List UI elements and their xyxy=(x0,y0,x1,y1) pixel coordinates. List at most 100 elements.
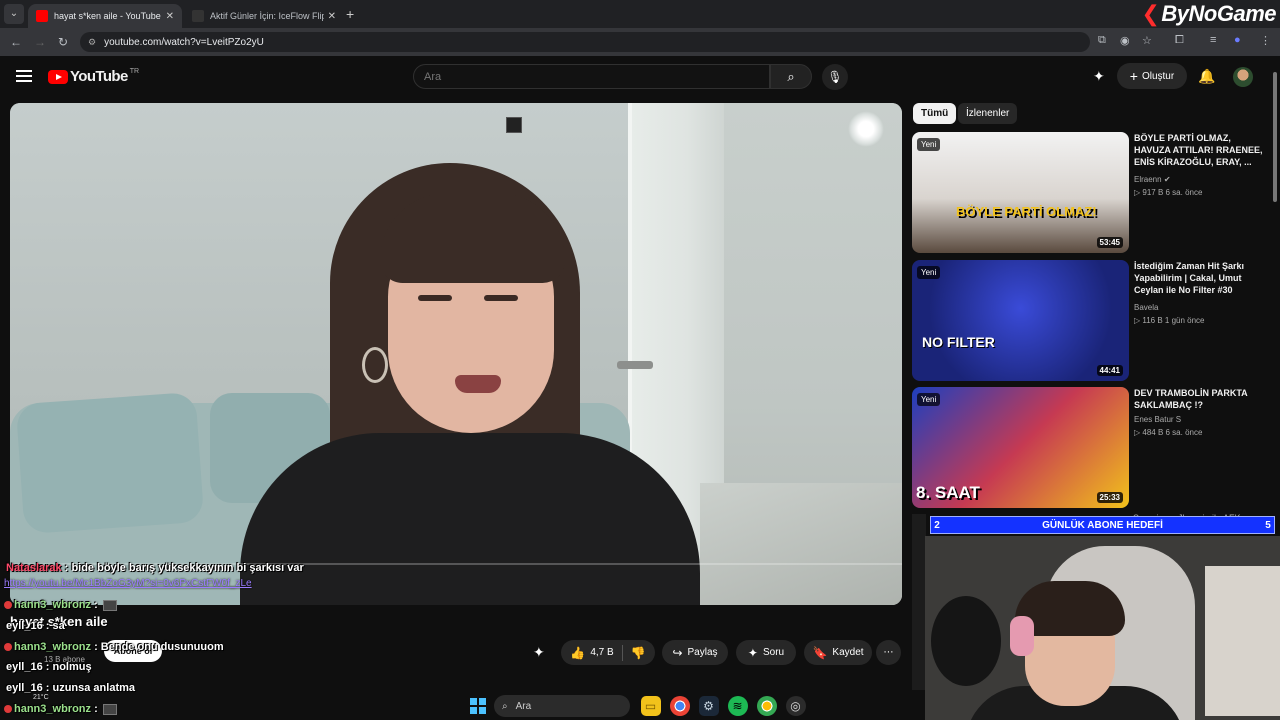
recommendation-item[interactable]: 8. SAAT Yeni 25:33 DEV TRAMBOLİN PARKTA … xyxy=(912,387,1262,509)
webcam-fan xyxy=(931,596,1001,686)
chat-username: hann3_wbronz xyxy=(14,703,92,715)
chip-watched[interactable]: İzlenenler xyxy=(958,103,1018,124)
profile-icon[interactable]: ● xyxy=(1234,34,1241,46)
recommendation-thumbnail[interactable]: BÖYLE PARTİ OLMAZ! Yeni 53:45 xyxy=(912,132,1129,253)
subscriber-goal-bar: 2 GÜNLÜK ABONE HEDEFİ 5 xyxy=(930,516,1275,534)
spotify-icon[interactable]: ≋ xyxy=(727,696,748,716)
chat-message: Nataslarak : bide böyle barış yüksekkayı… xyxy=(6,562,304,574)
ask-button[interactable]: ✦ Soru xyxy=(736,640,796,665)
windows-taskbar: ⌕ Ara ▭ ⚙ ≋ ◎ xyxy=(460,692,820,720)
taskbar-search[interactable]: ⌕ Ara xyxy=(494,695,630,717)
create-button[interactable]: + Oluştur xyxy=(1117,63,1187,89)
share-button[interactable]: ↪ Paylaş xyxy=(662,640,728,665)
notifications-bell-icon[interactable]: 🔔 xyxy=(1198,68,1215,85)
site-info-icon[interactable]: ⚙ xyxy=(88,37,96,48)
video-player[interactable] xyxy=(10,103,902,605)
steam-icon[interactable]: ⚙ xyxy=(698,696,719,716)
ask-sparkle-icon[interactable]: ✦ xyxy=(533,644,545,661)
dislike-icon[interactable]: 👎 xyxy=(631,646,646,660)
youtube-header: YouTube TR ⌕ 🎙 ✦ + Oluştur 🔔 xyxy=(0,56,1280,98)
recommendation-title[interactable]: BÖYLE PARTİ OLMAZ, HAVUZA ATTILAR! RRAEN… xyxy=(1134,132,1264,168)
menu-icon[interactable] xyxy=(16,70,32,82)
youtube-logo[interactable]: YouTube TR xyxy=(48,68,139,85)
recommendation-thumbnail[interactable]: NO FILTER Yeni 44:41 xyxy=(912,260,1129,381)
chat-text: Bende onu dusunuuom xyxy=(100,641,224,653)
save-button[interactable]: 🔖 Kaydet xyxy=(804,640,872,665)
assistant-sparkle-icon[interactable]: ✦ xyxy=(1093,68,1105,85)
recommendation-thumbnail[interactable]: 8. SAAT Yeni 25:33 xyxy=(912,387,1129,508)
back-icon[interactable]: ← xyxy=(10,35,22,49)
forward-icon[interactable]: → xyxy=(34,35,46,49)
chrome-alt-icon[interactable] xyxy=(756,696,777,716)
chat-message: hann3_wbronz : xyxy=(4,703,117,715)
browser-tab-strip: ⌄ hayat s*ken aile - YouTube ✕ Aktif Gün… xyxy=(0,0,1280,28)
chat-text: nolmuş xyxy=(52,661,92,673)
goal-label: GÜNLÜK ABONE HEDEFİ xyxy=(1042,519,1163,531)
chat-badge-icon xyxy=(4,601,12,610)
more-actions-button[interactable]: ⋯ xyxy=(876,640,901,665)
like-count[interactable]: 4,7 B xyxy=(590,647,613,658)
close-tab-icon[interactable]: ✕ xyxy=(328,11,336,22)
video-frame-door-handle xyxy=(617,361,653,369)
divider xyxy=(621,644,623,661)
chat-message: eyll_16 : uzunsa anlatma xyxy=(6,682,135,694)
recommendation-channel[interactable]: Elraenn ✔ xyxy=(1134,175,1171,184)
chat-message: hann3_wbronz : xyxy=(4,599,117,611)
country-code: TR xyxy=(129,68,140,75)
voice-search-button[interactable]: 🎙 xyxy=(822,64,848,90)
channel-name: Elraenn xyxy=(1134,175,1162,184)
install-app-icon[interactable]: ⧉ xyxy=(1098,34,1106,47)
search-input[interactable] xyxy=(413,64,770,89)
recommendation-channel[interactable]: Enes Batur S xyxy=(1134,415,1181,424)
browser-menu-icon[interactable]: ⋮ xyxy=(1260,34,1271,47)
address-bar[interactable]: ⚙ youtube.com/watch?v=LveitPZo2yU xyxy=(80,32,1090,52)
tab-search-button[interactable]: ⌄ xyxy=(4,4,24,24)
new-badge: Yeni xyxy=(917,393,941,406)
chat-separator: : xyxy=(91,641,101,653)
youtube-play-icon xyxy=(48,69,68,84)
chat-link[interactable]: https://youtu.be/Mc1BbZoG3yM?si=0v6PxCst… xyxy=(4,578,252,589)
new-tab-icon[interactable]: + xyxy=(346,6,354,22)
sparkle-icon: ✦ xyxy=(747,645,758,660)
chat-message: hann3_wbronz : Bende onu dusunuuom xyxy=(4,641,224,653)
extensions-icon[interactable]: ⧠ xyxy=(1175,34,1184,47)
search-icon: ⌕ xyxy=(787,69,795,84)
chat-username: Nataslarak xyxy=(6,562,62,574)
chrome-icon[interactable] xyxy=(669,696,690,716)
recommendation-item[interactable]: BÖYLE PARTİ OLMAZ! Yeni 53:45 BÖYLE PART… xyxy=(912,132,1264,254)
chat-message: eyll_16 : nolmuş xyxy=(6,661,92,673)
tab-youtube[interactable]: hayat s*ken aile - YouTube ✕ xyxy=(28,4,182,28)
recommendation-title[interactable]: DEV TRAMBOLİN PARKTA SAKLAMBAÇ !? xyxy=(1134,387,1264,411)
bynogame-mark-icon: ❮ xyxy=(1141,1,1160,26)
video-frame-mouth xyxy=(455,375,501,393)
bookmark-star-icon[interactable]: ☆ xyxy=(1142,34,1152,47)
search-button[interactable]: ⌕ xyxy=(770,64,812,89)
video-frame-bangs xyxy=(380,193,565,283)
eye-slash-icon[interactable]: ◉ xyxy=(1120,34,1130,47)
recommendation-title[interactable]: İstediğim Zaman Hit Şarkı Yapabilirim | … xyxy=(1134,260,1264,296)
taskbar-weather[interactable]: 21°C xyxy=(33,694,49,701)
browser-toolbar: ← → ↻ ⚙ youtube.com/watch?v=LveitPZo2yU … xyxy=(0,28,1280,56)
obs-icon[interactable]: ◎ xyxy=(785,696,806,716)
account-avatar[interactable] xyxy=(1233,67,1253,87)
file-explorer-icon[interactable]: ▭ xyxy=(640,696,661,716)
thumbnail-text: NO FILTER xyxy=(922,334,995,350)
tab-iceflow[interactable]: Aktif Günler İçin: IceFlow Flip St ✕ xyxy=(184,4,344,28)
close-tab-icon[interactable]: ✕ xyxy=(166,11,174,22)
chip-all[interactable]: Tümü xyxy=(913,103,957,124)
video-frame-eye xyxy=(418,295,452,301)
recommendation-channel[interactable]: Bavela xyxy=(1134,303,1158,312)
site-favicon-icon xyxy=(192,10,204,22)
video-duration: 53:45 xyxy=(1096,237,1123,248)
like-icon[interactable]: 👍 xyxy=(570,646,585,660)
reload-icon[interactable]: ↻ xyxy=(58,35,68,49)
tab-title: hayat s*ken aile - YouTube xyxy=(54,11,161,21)
reading-list-icon[interactable]: ≡ xyxy=(1210,34,1216,46)
recommendation-thumbnail-partial xyxy=(912,514,926,690)
recommendation-item[interactable]: NO FILTER Yeni 44:41 İstediğim Zaman Hit… xyxy=(912,260,1262,382)
windows-start-icon[interactable] xyxy=(470,698,486,714)
scrollbar-thumb[interactable] xyxy=(1273,72,1277,202)
page-scrollbar[interactable] xyxy=(1270,60,1280,510)
chat-badge-icon xyxy=(4,643,12,652)
bynogame-wordmark: ByNoGame xyxy=(1161,1,1276,26)
